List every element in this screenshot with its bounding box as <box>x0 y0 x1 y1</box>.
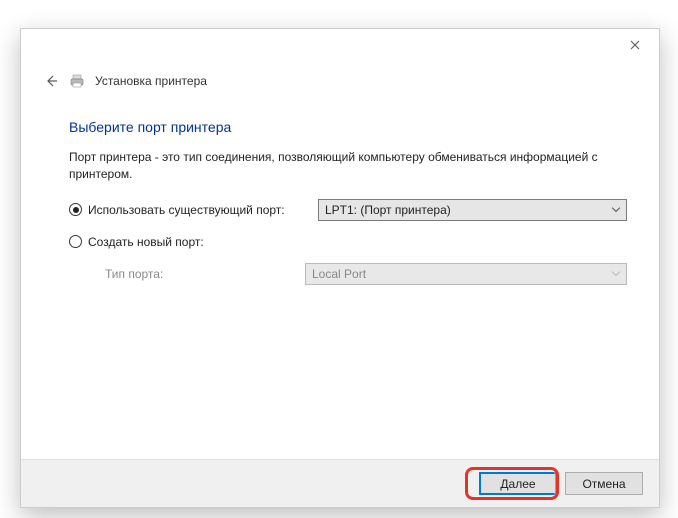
wizard-footer: Далее Отмена <box>21 459 659 507</box>
wizard-dialog: Установка принтера Выберите порт принтер… <box>20 28 660 508</box>
radio-create-port[interactable] <box>69 235 82 248</box>
port-type-label: Тип порта: <box>105 267 305 281</box>
page-description: Порт принтера - это тип соединения, позв… <box>69 149 627 183</box>
port-type-value: Local Port <box>312 267 366 281</box>
create-port-label: Создать новый порт: <box>88 235 318 249</box>
wizard-header: Установка принтера <box>43 73 637 89</box>
port-type-row: Тип порта: Local Port <box>69 263 627 285</box>
page-heading: Выберите порт принтера <box>69 119 627 135</box>
close-button[interactable] <box>621 35 649 55</box>
printer-icon <box>69 73 85 89</box>
radio-existing-port[interactable] <box>69 203 82 216</box>
chevron-down-icon <box>612 268 620 279</box>
screenshot-frame: Установка принтера Выберите порт принтер… <box>0 0 678 518</box>
next-button[interactable]: Далее <box>479 472 557 495</box>
port-type-combo: Local Port <box>305 263 627 285</box>
existing-port-label: Использовать существующий порт: <box>88 203 318 217</box>
back-arrow-icon <box>44 74 58 88</box>
existing-port-value: LPT1: (Порт принтера) <box>325 203 451 217</box>
cancel-button[interactable]: Отмена <box>565 472 643 495</box>
close-icon <box>630 40 640 50</box>
chevron-down-icon <box>612 204 620 215</box>
wizard-title: Установка принтера <box>95 74 207 88</box>
option-use-existing-port[interactable]: Использовать существующий порт: LPT1: (П… <box>69 199 627 221</box>
existing-port-combo[interactable]: LPT1: (Порт принтера) <box>318 199 627 221</box>
wizard-content: Выберите порт принтера Порт принтера - э… <box>69 119 627 299</box>
back-button[interactable] <box>43 73 59 89</box>
option-create-new-port[interactable]: Создать новый порт: <box>69 235 627 249</box>
